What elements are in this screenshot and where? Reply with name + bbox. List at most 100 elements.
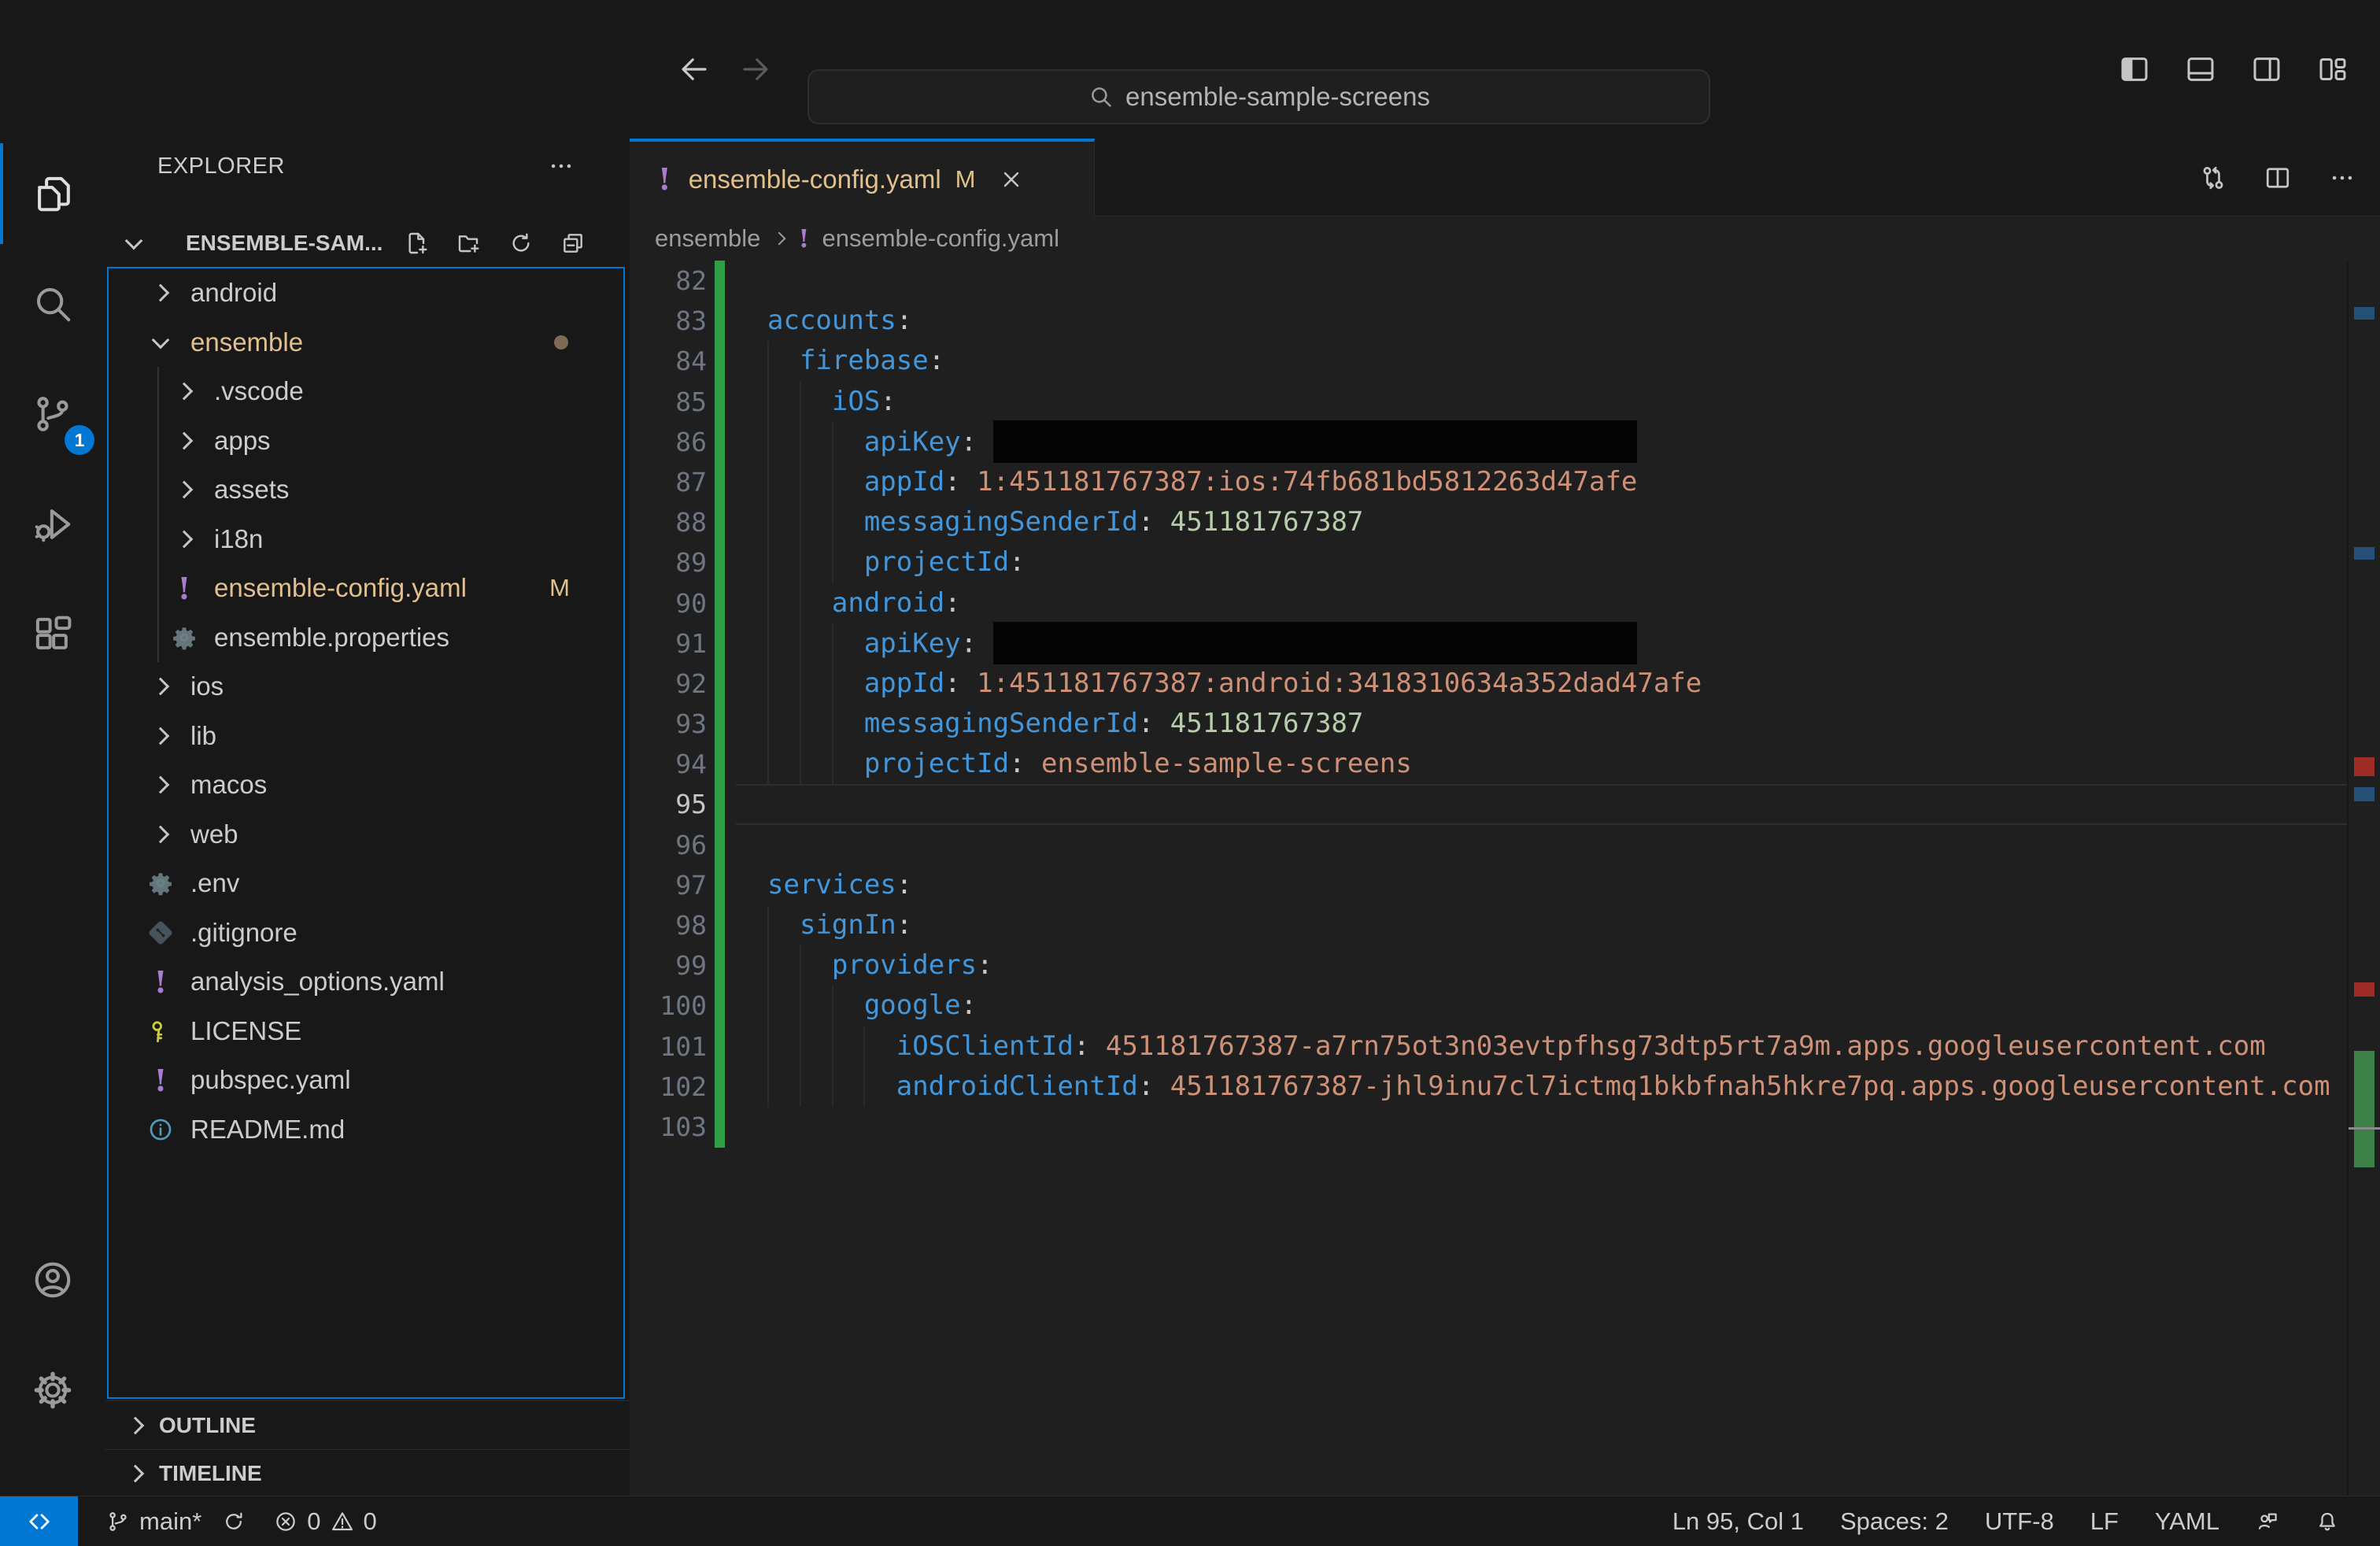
navigate-back-button[interactable] [677,52,711,87]
tab-close-button[interactable] [998,166,1025,193]
code-line[interactable]: 98 signIn: [630,905,2380,945]
code-line[interactable]: 100 google: [630,986,2380,1026]
problems-status-item[interactable]: 0 0 [274,1507,377,1536]
line-number: 101 [630,1026,707,1067]
tree-item[interactable]: .env [109,859,623,908]
warning-count: 0 [364,1507,377,1536]
compare-changes-icon [2199,164,2227,192]
activity-extensions-button[interactable] [0,579,105,690]
language-mode-item[interactable]: YAML [2155,1507,2219,1536]
activity-source-control-button[interactable]: 1 [0,359,105,469]
sync-icon [222,1510,246,1533]
chevron-right-icon [152,678,170,696]
new-folder-button[interactable] [455,229,483,257]
ruler-mark-blue [2354,307,2374,320]
tree-item[interactable]: assets [109,465,623,515]
code-line[interactable]: 87 appId: 1:451181767387:ios:74fb681bd58… [630,462,2380,502]
code-line[interactable]: 91 apiKey: [630,623,2380,664]
tree-item[interactable]: ensemble.properties [109,613,623,663]
eol-item[interactable]: LF [2090,1507,2119,1536]
collapse-all-button[interactable] [559,229,587,257]
code-line[interactable]: 83accounts: [630,301,2380,341]
tree-item[interactable]: ios [109,662,623,712]
git-branch-icon [106,1510,130,1533]
feedback-icon[interactable] [2256,1510,2279,1533]
new-folder-icon [456,231,482,256]
activity-run-debug-button[interactable] [0,469,105,579]
code-line[interactable]: 94 projectId: ensemble-sample-screens [630,744,2380,784]
search-icon [31,283,74,325]
code-line[interactable]: 82 [630,261,2380,301]
code-line[interactable]: 90 android: [630,583,2380,623]
tree-item[interactable]: ensemble [109,318,623,368]
active-indicator [0,143,3,244]
activity-search-button[interactable] [0,249,105,359]
chevron-right-icon [176,383,194,401]
code-line[interactable]: 92 appId: 1:451181767387:android:3418310… [630,664,2380,704]
code-editor[interactable]: 8283accounts:84 firebase:85 iOS:86 apiKe… [630,261,2380,1496]
new-file-button[interactable] [403,229,431,257]
cursor-position-item[interactable]: Ln 95, Col 1 [1672,1507,1804,1536]
bell-icon[interactable] [2315,1510,2339,1533]
tree-item[interactable]: !analysis_options.yaml [109,957,623,1007]
customize-layout-button[interactable] [2317,54,2349,85]
code-line[interactable]: 103 [630,1107,2380,1147]
tree-item[interactable]: i18n [109,515,623,564]
tree-item[interactable]: lib [109,712,623,761]
tree-item[interactable]: .vscode [109,367,623,416]
code-line[interactable]: 85 iOS: [630,382,2380,422]
code-line[interactable]: 102 androidClientId: 451181767387-jhl9in… [630,1067,2380,1107]
open-changes-button[interactable] [2199,164,2227,192]
tree-item[interactable]: web [109,810,623,860]
remote-icon [25,1507,54,1536]
tree-item-label: ensemble [190,327,303,357]
settings-button[interactable] [0,1335,105,1445]
code-line[interactable]: 97services: [630,865,2380,905]
breadcrumb[interactable]: ensemble ! ensemble-config.yaml [630,216,2380,261]
code-line[interactable]: 101 iOSClientId: 451181767387-a7rn75ot3n… [630,1026,2380,1067]
tree-item[interactable]: README.md [109,1105,623,1155]
tree-item[interactable]: LICENSE [109,1007,623,1056]
workspace-section-title[interactable]: ENSEMBLE-SAM... [186,231,382,256]
git-branch-icon [31,393,74,435]
chevron-right-icon [176,530,194,548]
remote-indicator[interactable] [0,1496,78,1546]
tree-item[interactable]: apps [109,416,623,466]
tree-item[interactable]: macos [109,760,623,810]
tree-item[interactable]: android [109,268,623,318]
breadcrumb-file[interactable]: ensemble-config.yaml [822,224,1059,253]
accounts-button[interactable] [0,1225,105,1335]
activity-explorer-button[interactable] [0,139,105,249]
code-line[interactable]: 89 projectId: [630,542,2380,583]
indentation-item[interactable]: Spaces: 2 [1840,1507,1949,1536]
toggle-secondary-sidebar-button[interactable] [2251,54,2282,85]
navigate-forward-button[interactable] [738,52,773,87]
refresh-button[interactable] [507,229,535,257]
code-line[interactable]: 96 [630,825,2380,865]
tree-item[interactable]: !pubspec.yaml [109,1056,623,1105]
branch-status-item[interactable]: main* [106,1507,246,1536]
code-line[interactable]: 95 [630,784,2380,824]
code-line[interactable]: 93 messagingSenderId: 451181767387 [630,704,2380,744]
error-icon [274,1510,298,1533]
chevron-down-icon[interactable] [125,232,143,250]
code-line[interactable]: 99 providers: [630,945,2380,986]
breadcrumb-folder[interactable]: ensemble [655,224,760,253]
tree-item[interactable]: .gitignore [109,908,623,958]
explorer-more-actions-button[interactable] [548,153,579,179]
split-editor-button[interactable] [2264,164,2292,192]
code-line[interactable]: 84 firebase: [630,341,2380,381]
tab-ensemble-config[interactable]: ! ensemble-config.yaml M [630,139,1095,216]
toggle-primary-sidebar-button[interactable] [2119,54,2150,85]
branch-name: main* [139,1507,201,1536]
code-line[interactable]: 86 apiKey: [630,422,2380,462]
editor-more-actions-button[interactable] [2328,164,2356,192]
tree-item[interactable]: !ensemble-config.yamlM [109,564,623,613]
outline-section-header[interactable]: OUTLINE [105,1400,630,1450]
code-line[interactable]: 88 messagingSenderId: 451181767387 [630,502,2380,542]
timeline-section-header[interactable]: TIMELINE [105,1449,630,1496]
toggle-panel-button[interactable] [2185,54,2216,85]
encoding-item[interactable]: UTF-8 [1985,1507,2054,1536]
command-center-search[interactable]: ensemble-sample-screens [808,69,1710,124]
overview-ruler[interactable] [2347,261,2380,1496]
